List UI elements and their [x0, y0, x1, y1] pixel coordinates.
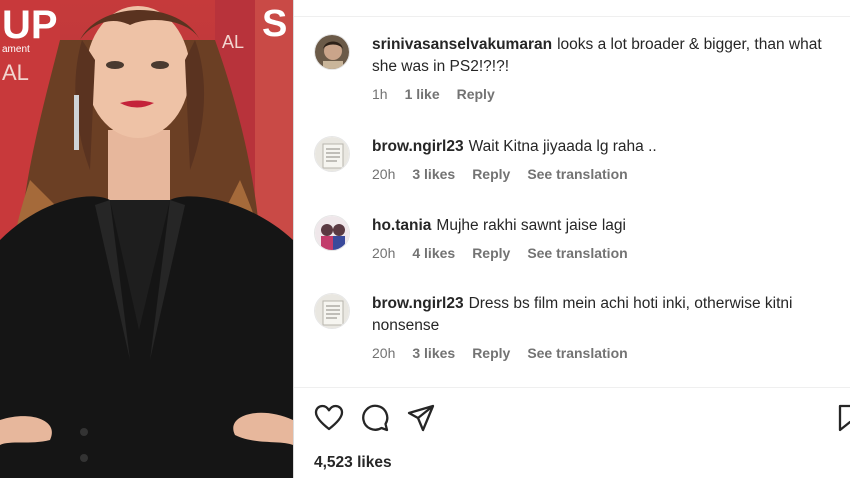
likes-count[interactable]: 4,523 likes	[314, 454, 392, 472]
share-icon[interactable]	[406, 403, 436, 433]
avatar[interactable]	[314, 215, 350, 251]
comment-time: 1h	[372, 86, 388, 102]
comment-time: 20h	[372, 166, 396, 182]
comments-panel: srinivasanselvakumaran looks a lot broade…	[294, 0, 850, 478]
avatar[interactable]	[314, 34, 350, 70]
reply-button[interactable]: Reply	[472, 245, 510, 261]
see-translation-button[interactable]: See translation	[527, 166, 627, 182]
comment-username[interactable]: brow.ngirl23	[372, 295, 464, 312]
banner-small-left: ament	[2, 44, 30, 55]
comment-likes[interactable]: 4 likes	[412, 245, 455, 261]
bookmark-icon[interactable]	[838, 403, 850, 433]
banner-brand-right: AL	[222, 32, 244, 52]
photo-illustration: UP ament AL S AL	[0, 0, 293, 478]
comment-icon[interactable]	[360, 403, 390, 433]
avatar[interactable]	[314, 293, 350, 329]
comment-username[interactable]: brow.ngirl23	[372, 138, 464, 155]
comment-time: 20h	[372, 345, 396, 361]
banner-text-left: UP	[2, 3, 58, 47]
banner-text-right: S	[262, 3, 287, 45]
banner-brand-left: AL	[2, 60, 29, 85]
see-translation-button[interactable]: See translation	[527, 245, 627, 261]
actions-divider	[294, 387, 850, 388]
comment-likes[interactable]: 3 likes	[412, 345, 455, 361]
post-actions	[314, 403, 850, 433]
comment-username[interactable]: srinivasanselvakumaran	[372, 36, 552, 53]
comment-username[interactable]: ho.tania	[372, 217, 431, 234]
reply-button[interactable]: Reply	[472, 166, 510, 182]
comment-time: 20h	[372, 245, 396, 261]
comment-likes[interactable]: 1 like	[405, 86, 440, 102]
comment-text: Wait Kitna jiyaada lg raha ..	[468, 138, 657, 155]
header-divider	[294, 16, 850, 17]
reply-button[interactable]: Reply	[457, 86, 495, 102]
see-translation-button[interactable]: See translation	[527, 345, 627, 361]
comment-text: Mujhe rakhi sawnt jaise lagi	[436, 217, 626, 234]
avatar[interactable]	[314, 136, 350, 172]
post-photo[interactable]: UP ament AL S AL	[0, 0, 293, 478]
reply-button[interactable]: Reply	[472, 345, 510, 361]
comment-likes[interactable]: 3 likes	[412, 166, 455, 182]
heart-icon[interactable]	[314, 403, 344, 433]
